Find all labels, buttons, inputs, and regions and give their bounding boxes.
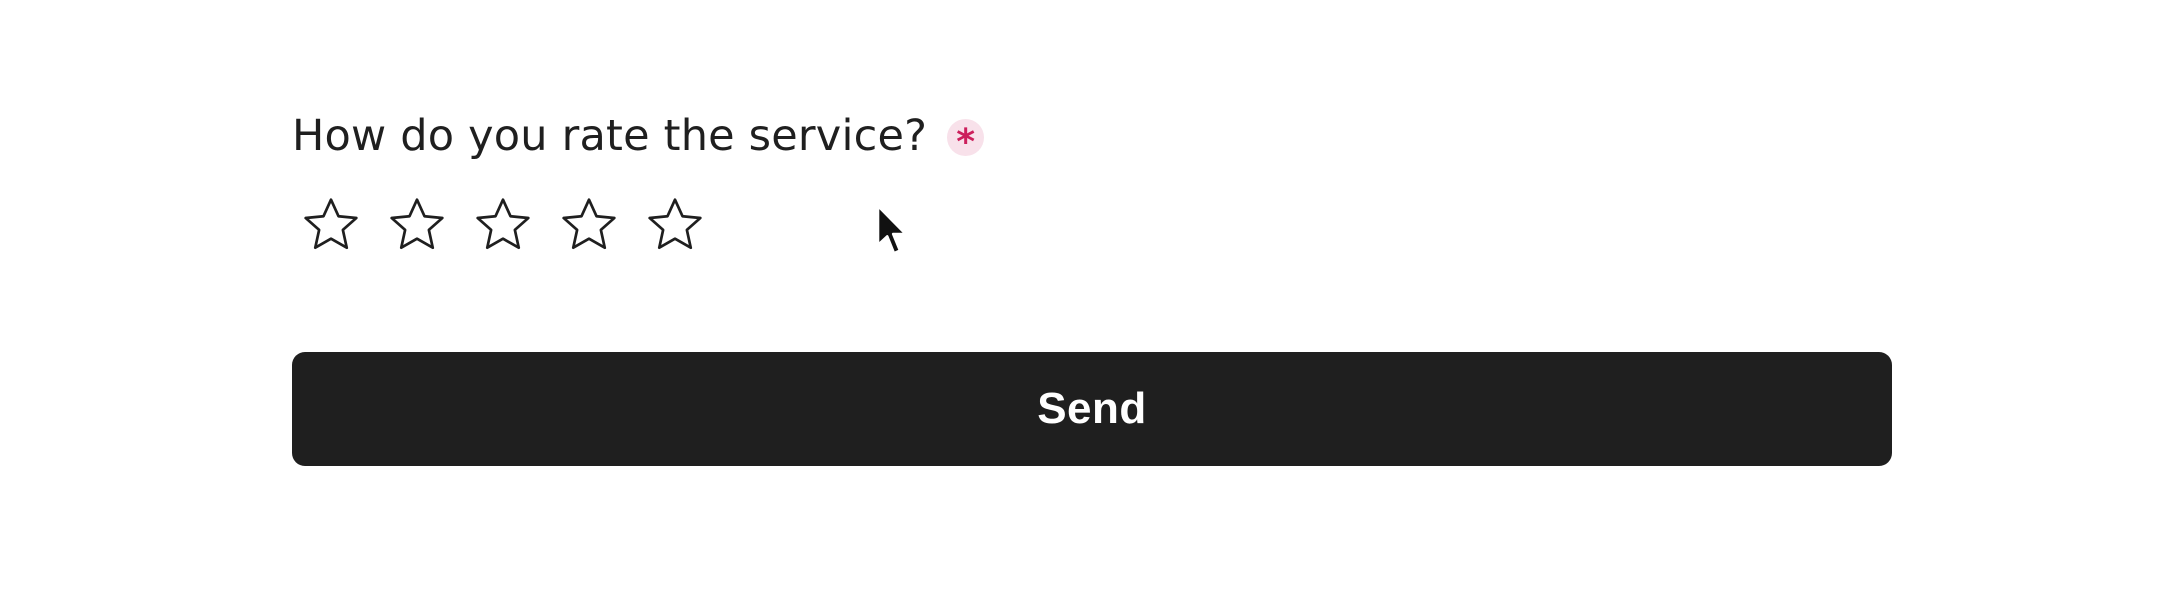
star-outline-icon bbox=[476, 198, 530, 250]
star-3-button[interactable] bbox=[472, 194, 534, 256]
star-outline-icon bbox=[562, 198, 616, 250]
required-indicator: * bbox=[947, 118, 985, 161]
star-rating bbox=[300, 194, 706, 256]
star-5-button[interactable] bbox=[644, 194, 706, 256]
send-button[interactable]: Send bbox=[292, 352, 1892, 466]
star-4-button[interactable] bbox=[558, 194, 620, 256]
star-outline-icon bbox=[304, 198, 358, 250]
rating-form: How do you rate the service? * Send bbox=[292, 104, 1892, 466]
star-outline-icon bbox=[648, 198, 702, 250]
star-2-button[interactable] bbox=[386, 194, 448, 256]
question-label: How do you rate the service? bbox=[292, 111, 928, 161]
star-1-button[interactable] bbox=[300, 194, 362, 256]
question-row: How do you rate the service? * bbox=[292, 104, 1892, 168]
mouse-cursor-icon bbox=[876, 204, 907, 255]
required-asterisk: * bbox=[956, 122, 976, 163]
star-outline-icon bbox=[390, 198, 444, 250]
